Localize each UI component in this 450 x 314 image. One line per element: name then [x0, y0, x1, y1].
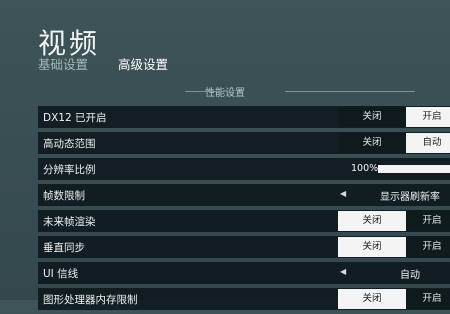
setting-row-frame-limit: 帧数限制 ◀ 显示器刷新率: [38, 184, 450, 206]
setting-row-vsync: 垂直同步 关闭 开启: [38, 236, 450, 258]
section-header: 性能设置: [0, 84, 450, 99]
settings-list: DX12 已开启 关闭 开启 高动态范围 关闭 自动 分辨率比例 100% 帧数…: [38, 106, 450, 314]
setting-row-dx12: DX12 已开启 关闭 开启: [38, 106, 450, 128]
setting-row-future-frame: 未来帧渲染 关闭 开启: [38, 210, 450, 232]
gpu-memory-limit-on-option[interactable]: 开启: [406, 289, 450, 309]
vsync-off-option[interactable]: 关闭: [338, 237, 406, 257]
setting-label: 未来帧渲染: [43, 216, 96, 228]
setting-row-ui-gamma: UI 信线 ◀ 自动: [38, 262, 450, 284]
setting-label: 高动态范围: [43, 138, 96, 150]
future-frame-on-option[interactable]: 开启: [406, 211, 450, 231]
vsync-toggle: 关闭 开启: [338, 237, 450, 257]
setting-row-gpu-memory-limit: 图形处理器内存限制 关闭 开启: [38, 288, 450, 310]
dx12-on-option[interactable]: 开启: [406, 107, 450, 127]
frame-limit-value: 显示器刷新率: [380, 192, 440, 203]
tab-advanced-settings[interactable]: 高级设置: [118, 54, 168, 73]
dx12-toggle: 关闭 开启: [338, 107, 450, 127]
gpu-memory-limit-toggle: 关闭 开启: [338, 289, 450, 309]
frame-limit-left-arrow-icon[interactable]: ◀: [340, 189, 346, 198]
dx12-off-option[interactable]: 关闭: [338, 107, 406, 127]
setting-label: 垂直同步: [43, 242, 85, 254]
ui-gamma-value: 自动: [400, 270, 420, 281]
resolution-scale-slider[interactable]: [378, 165, 450, 173]
hdr-toggle: 关闭 自动: [338, 133, 450, 153]
vsync-on-option[interactable]: 开启: [406, 237, 450, 257]
resolution-scale-value: 100%: [351, 163, 379, 174]
setting-label: 帧数限制: [43, 190, 85, 202]
setting-label: UI 信线: [43, 268, 79, 280]
setting-row-hdr: 高动态范围 关闭 自动: [38, 132, 450, 154]
hdr-auto-option[interactable]: 自动: [406, 133, 450, 153]
setting-row-resolution-scale: 分辨率比例 100%: [38, 158, 450, 180]
future-frame-toggle: 关闭 开启: [338, 211, 450, 231]
hdr-off-option[interactable]: 关闭: [338, 133, 406, 153]
gpu-memory-limit-off-option[interactable]: 关闭: [338, 289, 406, 309]
resolution-scale-slider-fill: [378, 165, 450, 173]
setting-label: DX12 已开启: [43, 112, 107, 124]
tab-basic-settings[interactable]: 基础设置: [38, 54, 88, 73]
future-frame-off-option[interactable]: 关闭: [338, 211, 406, 231]
ui-gamma-left-arrow-icon[interactable]: ◀: [340, 267, 346, 276]
setting-label: 分辨率比例: [43, 164, 96, 176]
